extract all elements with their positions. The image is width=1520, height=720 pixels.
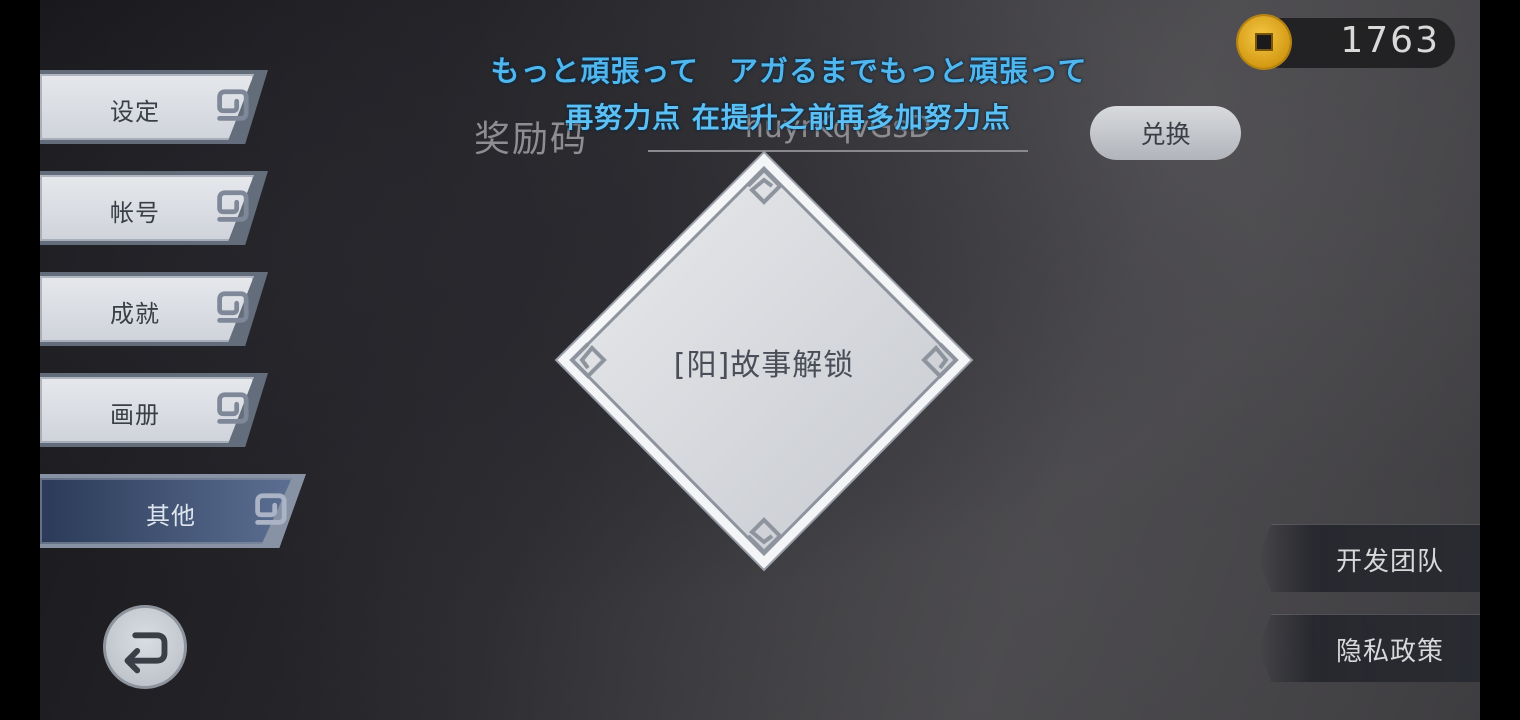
- cloud-swirl-icon: [217, 392, 249, 424]
- return-arrow-icon: [124, 632, 168, 674]
- cloud-swirl-icon: [255, 493, 287, 525]
- tab-other[interactable]: 其他: [40, 474, 306, 548]
- privacy-policy-button[interactable]: 隐私政策: [1258, 614, 1480, 682]
- cloud-swirl-icon: [217, 190, 249, 222]
- dev-team-button[interactable]: 开发团队: [1258, 524, 1480, 592]
- tab-achievements-label: 成就: [110, 300, 160, 328]
- subtitle-chinese: 再努力点 在提升之前再多加努力点: [565, 101, 1011, 134]
- tab-account[interactable]: 帐号: [40, 171, 268, 245]
- subtitle-japanese: もっと頑張って アガるまでもっと頑張って: [490, 54, 1088, 88]
- tab-account-label: 帐号: [110, 199, 160, 227]
- tab-album-label: 画册: [110, 401, 160, 429]
- dev-team-label: 开发团队: [1335, 547, 1444, 577]
- story-unlock-label: [阳]故事解锁: [673, 348, 855, 383]
- tab-album[interactable]: 画册: [40, 373, 268, 447]
- back-button[interactable]: [103, 605, 187, 689]
- tab-achievements[interactable]: 成就: [40, 272, 268, 346]
- cloud-swirl-icon: [217, 291, 249, 323]
- privacy-policy-label: 隐私政策: [1335, 637, 1444, 667]
